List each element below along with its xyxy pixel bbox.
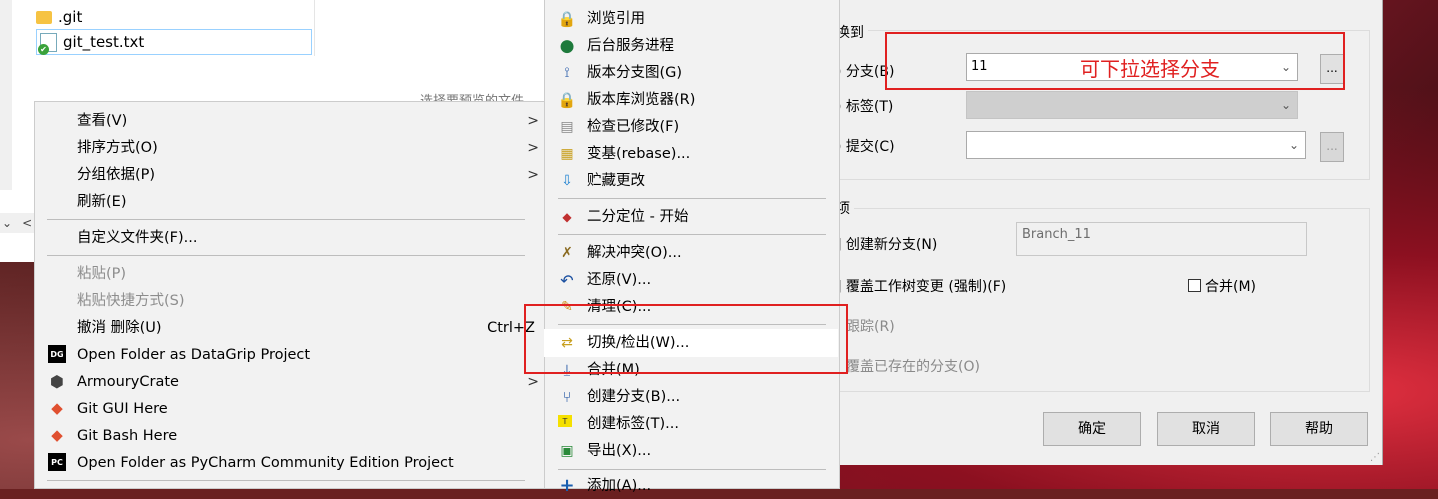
menu-item-view[interactable]: 查看(V) > — [77, 108, 539, 134]
menu-item-stash-changes[interactable]: 贮藏更改 — [587, 168, 645, 194]
menu-item-revert[interactable]: 还原(V)... — [587, 267, 651, 293]
create-new-branch-checkbox[interactable]: ] 创建新分支(N) — [836, 234, 937, 254]
scroll-left-icon[interactable]: < — [22, 216, 32, 230]
menu-item-bisect-start[interactable]: 二分定位 - 开始 — [587, 204, 688, 230]
menu-item-revision-graph[interactable]: 版本分支图(G) — [587, 60, 682, 86]
menu-item-git-gui-here[interactable]: Git GUI Here — [77, 396, 168, 422]
menu-item-create-tag[interactable]: 创建标签(T)... — [587, 411, 679, 437]
menu-item-undo-delete[interactable]: 撤消 删除(U) Ctrl+Z — [77, 315, 535, 341]
group-title: 换到 — [836, 22, 868, 42]
menu-separator — [558, 198, 826, 199]
export-icon: ▣ — [560, 443, 574, 459]
create-branch-icon: ⑂ — [562, 388, 572, 406]
menu-item-export[interactable]: 导出(X)... — [587, 438, 651, 464]
menu-item-repo-browser[interactable]: 版本库浏览器(R) — [587, 87, 695, 113]
menu-item-paste-shortcut[interactable]: 粘贴快捷方式(S) — [77, 288, 185, 314]
menu-item-browse-references[interactable]: 浏览引用 — [587, 6, 645, 32]
menu-item-add[interactable]: 添加(A)... — [587, 473, 651, 499]
file-name: git_test.txt — [63, 33, 145, 51]
cancel-button[interactable]: 取消 — [1157, 412, 1255, 446]
chevron-down-icon[interactable]: ⌄ — [1289, 132, 1299, 158]
resolve-icon: ✗ — [561, 245, 573, 261]
navigation-pane[interactable] — [0, 0, 12, 190]
menu-item-rebase[interactable]: 变基(rebase)... — [587, 141, 690, 167]
menu-item-customize-folder[interactable]: 自定义文件夹(F)... — [77, 225, 197, 251]
menu-label: 分组依据(P) — [77, 167, 156, 183]
track-checkbox-label[interactable]: 跟踪(R) — [846, 316, 895, 336]
repo-browser-icon: 🔒 — [557, 91, 577, 109]
menu-item-open-datagrip[interactable]: Open Folder as DataGrip Project — [77, 342, 310, 368]
chevron-down-icon[interactable]: ⌄ — [2, 216, 12, 230]
daemon-globe-icon: ● — [559, 36, 575, 56]
file-item-git-folder[interactable]: .git — [36, 4, 82, 30]
tag-radio-label: 标签(T) — [845, 99, 894, 115]
create-new-branch-label: 创建新分支(N) — [845, 237, 938, 253]
revert-icon: ↶ — [560, 270, 574, 290]
new-branch-name-input[interactable]: Branch_11 — [1016, 222, 1307, 256]
armourycrate-icon: ⬢ — [50, 371, 64, 391]
create-tag-icon: T — [558, 415, 572, 427]
chevron-right-icon: > — [527, 113, 539, 129]
menu-item-paste[interactable]: 粘贴(P) — [77, 261, 126, 287]
override-worktree-label: 覆盖工作树变更 (强制)(F) — [845, 279, 1007, 295]
menu-item-group-by[interactable]: 分组依据(P) > — [77, 162, 539, 188]
menu-item-create-branch[interactable]: 创建分支(B)... — [587, 384, 680, 410]
menu-separator — [558, 469, 826, 470]
menu-separator — [558, 234, 826, 235]
chevron-right-icon: > — [527, 140, 539, 156]
help-button[interactable]: 帮助 — [1270, 412, 1368, 446]
browse-refs-icon: 🔒 — [557, 10, 577, 28]
menu-label: 排序方式(O) — [77, 140, 158, 156]
menu-label: ArmouryCrate — [77, 374, 179, 390]
chevron-right-icon: > — [527, 167, 539, 183]
menu-item-resolve-conflicts[interactable]: 解决冲突(O)... — [587, 240, 682, 266]
file-name: .git — [58, 8, 83, 26]
explorer-context-menu: 查看(V) > 排序方式(O) > 分组依据(P) > 刷新(E) 自定义文件夹(F)… — [34, 101, 548, 489]
bisect-icon: ◆ — [562, 210, 572, 224]
override-existing-branch-label[interactable]: 覆盖已存在的分支(O) — [846, 356, 980, 376]
tag-combobox[interactable]: ⌄ — [966, 91, 1298, 119]
menu-label: 撤消 删除(U) — [77, 320, 162, 336]
pycharm-icon: PC — [48, 453, 66, 471]
tag-radio[interactable]: ) 标签(T) — [836, 96, 893, 116]
menu-separator — [47, 255, 525, 256]
menu-item-daemon[interactable]: 后台服务进程 — [587, 33, 674, 59]
menu-label: 查看(V) — [77, 113, 128, 129]
folder-icon — [36, 10, 52, 24]
menu-item-check-modifications[interactable]: 检查已修改(F) — [587, 114, 679, 140]
text-file-icon — [38, 32, 57, 55]
datagrip-icon: DG — [48, 345, 66, 363]
merge-label: 合并(M) — [1205, 279, 1257, 295]
git-icon: ◆ — [51, 399, 63, 417]
menu-item-git-bash-here[interactable]: Git Bash Here — [77, 423, 177, 449]
annotation-box-switch-checkout — [524, 304, 848, 374]
stash-icon: ⇩ — [561, 173, 573, 189]
browse-commit-button[interactable]: ... — [1320, 132, 1344, 162]
ok-button[interactable]: 确定 — [1043, 412, 1141, 446]
menu-separator — [47, 480, 525, 481]
annotation-text: 可下拉选择分支 — [1080, 57, 1220, 81]
git-icon: ◆ — [51, 426, 63, 444]
menu-item-open-pycharm[interactable]: Open Folder as PyCharm Community Edition… — [77, 450, 454, 476]
column-divider — [314, 0, 315, 56]
menu-item-armourycrate[interactable]: ArmouryCrate > — [77, 369, 539, 395]
menu-item-refresh[interactable]: 刷新(E) — [77, 189, 126, 215]
checkbox-box — [1188, 279, 1201, 292]
chevron-down-icon[interactable]: ⌄ — [1281, 92, 1291, 118]
revision-graph-icon: ⟟ — [564, 65, 570, 81]
check-modifications-icon: ▤ — [560, 119, 574, 135]
commit-radio[interactable]: ) 提交(C) — [836, 136, 895, 156]
add-icon: + — [559, 474, 575, 496]
resize-grip-icon[interactable]: ⋰ — [1370, 452, 1380, 463]
file-item-git-test-txt[interactable]: git_test.txt — [36, 29, 312, 55]
menu-item-sort-by[interactable]: 排序方式(O) > — [77, 135, 539, 161]
merge-checkbox[interactable]: 合并(M) — [1188, 276, 1256, 296]
menu-separator — [47, 219, 525, 220]
commit-combobox[interactable]: ⌄ — [966, 131, 1306, 159]
override-worktree-checkbox[interactable]: ] 覆盖工作树变更 (强制)(F) — [836, 276, 1006, 296]
rebase-icon: ▦ — [560, 146, 574, 162]
commit-radio-label: 提交(C) — [845, 139, 895, 155]
